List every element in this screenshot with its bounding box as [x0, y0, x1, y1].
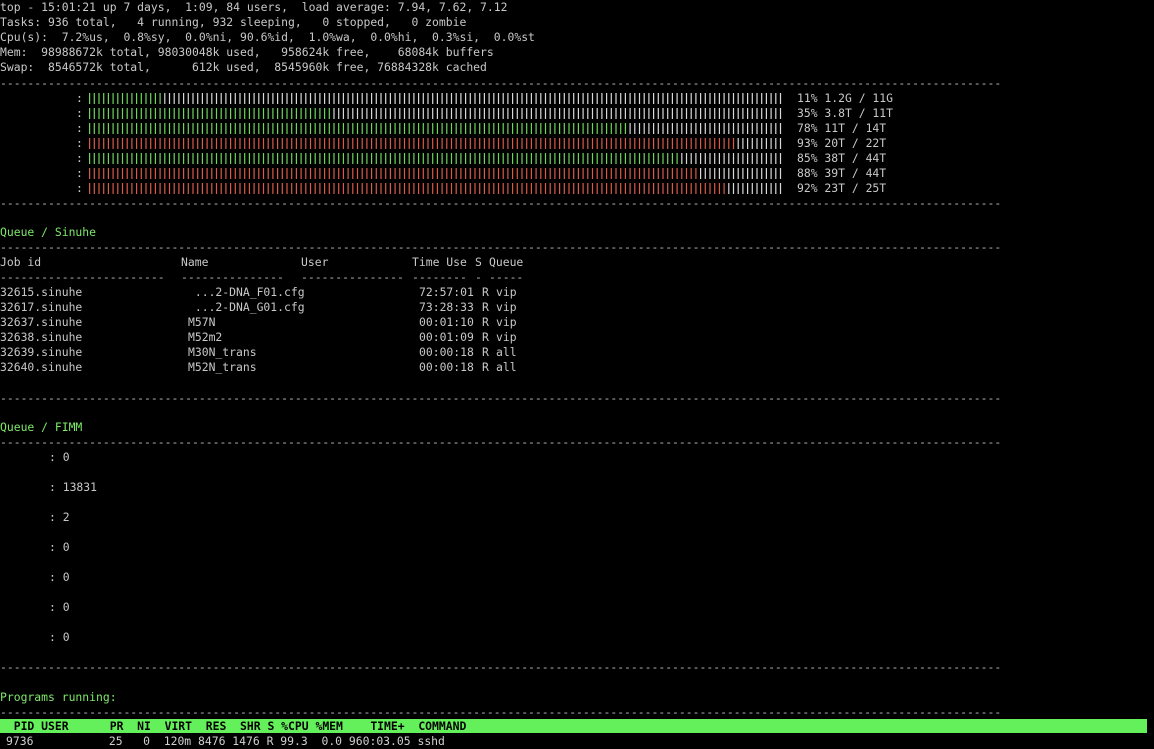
usage-bar-value: 93% 20T / 22T [797, 136, 887, 150]
job-id: 32617.sinuhe [0, 300, 83, 314]
separator-line: ----------------------------------------… [0, 435, 1002, 449]
programs-running-title: Programs running: [0, 690, 117, 704]
list-item: : 0 [49, 630, 70, 644]
job-id: 32639.sinuhe [0, 345, 83, 359]
underline-job: ------------------------ [0, 270, 165, 284]
job-state: R [482, 315, 489, 329]
header-job-id: Job id [0, 255, 42, 269]
job-id: 32640.sinuhe [0, 360, 83, 374]
usage-bar-value: 11% 1.2G / 11G [797, 91, 894, 105]
usage-bar-graph [89, 138, 789, 149]
job-time-use: 73:28:33 [419, 300, 474, 314]
header-state: S [475, 255, 482, 269]
job-queue: vip [496, 300, 517, 314]
usage-bar-label: : [76, 181, 83, 195]
usage-bar-graph [89, 168, 789, 179]
list-item: : 0 [49, 600, 70, 614]
usage-bar-label: : [76, 106, 83, 120]
list-item: : 2 [49, 510, 70, 524]
separator-line: ----------------------------------------… [0, 391, 1002, 405]
underline-name: --------------- [181, 270, 284, 284]
job-state: R [482, 345, 489, 359]
job-name: M52N_trans [188, 360, 257, 374]
job-name: M57N [188, 315, 216, 329]
job-state: R [482, 330, 489, 344]
job-state: R [482, 300, 489, 314]
job-queue: vip [496, 285, 517, 299]
usage-bar-value: 78% 11T / 14T [797, 121, 887, 135]
process-row[interactable]: 9736 25 0 120m 8476 1476 R 99.3 0.0 960:… [6, 734, 445, 749]
job-name: M30N_trans [188, 345, 257, 359]
top-cpu-line: Cpu(s): 7.2%us, 0.8%sy, 0.0%ni, 90.6%id,… [0, 30, 535, 44]
job-id: 32615.sinuhe [0, 285, 83, 299]
job-queue: vip [496, 315, 517, 329]
usage-bar-graph [89, 108, 789, 119]
top-tasks-line: Tasks: 936 total, 4 running, 932 sleepin… [0, 15, 467, 29]
usage-bar-label: : [76, 121, 83, 135]
job-time-use: 72:57:01 [419, 285, 474, 299]
usage-bar-value: 92% 23T / 25T [797, 181, 887, 195]
job-queue: all [496, 345, 517, 359]
job-state: R [482, 285, 489, 299]
usage-bar-label: : [76, 136, 83, 150]
header-time-use: Time Use [412, 255, 467, 269]
underline-user: --------------- [301, 270, 404, 284]
usage-bar-graph [89, 183, 789, 194]
usage-bar-graph [89, 123, 789, 134]
job-id: 32638.sinuhe [0, 330, 83, 344]
usage-bar-value: 35% 3.8T / 11T [797, 106, 894, 120]
queue-fimm-title: Queue / FIMM [0, 420, 83, 434]
header-user: User [301, 255, 329, 269]
separator-line: ----------------------------------------… [0, 705, 1002, 719]
usage-bar-graph [89, 93, 789, 104]
usage-bar-value: 88% 39T / 44T [797, 166, 887, 180]
job-id: 32637.sinuhe [0, 315, 83, 329]
separator-line: ----------------------------------------… [0, 196, 1002, 210]
job-queue: vip [496, 330, 517, 344]
terminal-window: top - 15:01:21 up 7 days, 1:09, 84 users… [0, 0, 1154, 748]
job-queue: all [496, 360, 517, 374]
separator-line: ----------------------------------------… [0, 240, 1002, 254]
list-item: : 0 [49, 540, 70, 554]
queue-sinuhe-title: Queue / Sinuhe [0, 225, 97, 239]
usage-bar-graph [89, 153, 789, 164]
job-name: ...2-DNA_F01.cfg [188, 285, 305, 299]
list-item: : 0 [49, 450, 70, 464]
usage-bar-label: : [76, 91, 83, 105]
job-time-use: 00:01:10 [419, 315, 474, 329]
job-state: R [482, 360, 489, 374]
job-time-use: 00:01:09 [419, 330, 474, 344]
job-name: ...2-DNA_G01.cfg [188, 300, 305, 314]
header-queue: Queue [489, 255, 524, 269]
list-item: : 0 [49, 570, 70, 584]
top-mem-line: Mem: 98988672k total, 98030048k used, 95… [0, 45, 494, 59]
jobs-table-underline: ------------------------ ---------------… [0, 270, 523, 285]
underline-state: - [475, 270, 482, 284]
job-name: M52m2 [188, 330, 223, 344]
job-time-use: 00:00:18 [419, 345, 474, 359]
usage-bar-label: : [76, 166, 83, 180]
header-name: Name [181, 255, 209, 269]
underline-time: -------- [412, 270, 467, 284]
jobs-table-header: Job id Name User Time Use S Queue [0, 255, 523, 270]
separator-line: ----------------------------------------… [0, 660, 1002, 674]
top-swap-line: Swap: 8546572k total, 612k used, 8545960… [0, 60, 487, 74]
usage-bar-value: 85% 38T / 44T [797, 151, 887, 165]
usage-bar-label: : [76, 151, 83, 165]
separator-line: ----------------------------------------… [0, 76, 1002, 90]
process-table-header: PID USER PR NI VIRT RES SHR S %CPU %MEM … [0, 719, 1147, 733]
underline-queue: ----- [489, 270, 524, 284]
top-uptime-line: top - 15:01:21 up 7 days, 1:09, 84 users… [0, 0, 508, 14]
job-time-use: 00:00:18 [419, 360, 474, 374]
list-item: : 13831 [49, 480, 98, 494]
